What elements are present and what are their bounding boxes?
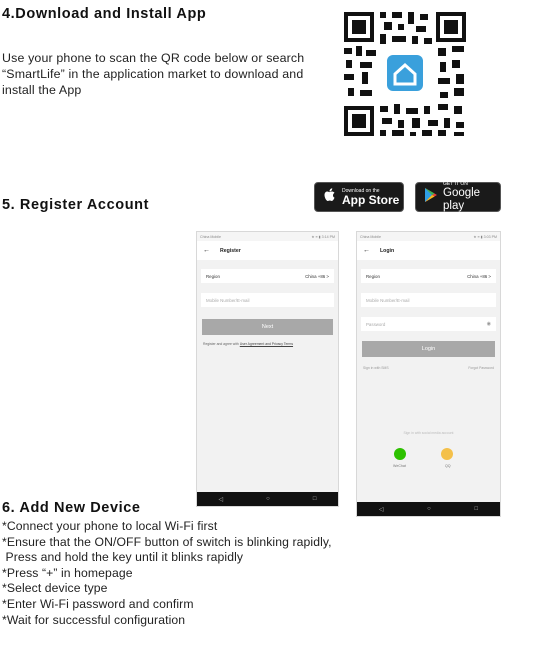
forgot-password-link[interactable]: Forgot Password [468, 366, 494, 370]
mobile-input[interactable]: Mobile Number/E-mail [201, 293, 334, 307]
carrier-text: China Mobile [360, 234, 381, 239]
login-button[interactable]: Login [362, 341, 495, 357]
step-item: *Ensure that the ON/OFF button of switch… [2, 534, 332, 549]
sms-link[interactable]: Sign in with SMS [363, 366, 389, 370]
login-title: Login [380, 247, 395, 254]
social-caption: Sign in with social media account [403, 431, 454, 435]
region-label: Region [366, 273, 380, 279]
nav-recent-icon[interactable]: □ [475, 506, 479, 512]
section-6-steps: *Connect your phone to local Wi-Fi first… [2, 519, 332, 628]
google-play-badge[interactable]: GET IT ON Google play [415, 181, 501, 212]
password-input[interactable]: Password ◉ [361, 317, 496, 331]
nav-home-icon[interactable]: ○ [427, 506, 431, 512]
region-value: China +86 > [305, 273, 329, 279]
section-4-heading: 4.Download and Install App [2, 6, 207, 22]
section-5-heading: 5. Register Account [2, 197, 150, 213]
login-screen: China Mobile ★ ≡ ▮ 3:03 PM ← Login Regio… [356, 231, 501, 517]
section-4-intro: Use your phone to scan the QR code below… [2, 51, 305, 97]
register-title: Register [220, 247, 241, 254]
step-item: *Enter Wi-Fi password and confirm [2, 596, 194, 611]
android-nav-bar: ◁ ○ □ [357, 502, 500, 516]
step-item: *Select device type [2, 581, 108, 596]
status-bar: China Mobile ★ ≡ ▮ 3:14 PM [197, 232, 338, 241]
wechat-label: WeChat [393, 464, 406, 468]
step-item: Press and hold the key until it blinks r… [2, 550, 244, 565]
google-play-icon [424, 187, 438, 208]
mobile-placeholder: Mobile Number/E-mail [206, 297, 250, 303]
nav-back-icon[interactable]: ◁ [379, 506, 384, 513]
step-item: *Connect your phone to local Wi-Fi first [2, 519, 218, 533]
agreement-link[interactable]: User Agreement and Privacy Terms [240, 342, 293, 346]
register-screen: China Mobile ★ ≡ ▮ 3:14 PM ← Register Re… [196, 231, 339, 507]
nav-home-icon[interactable]: ○ [266, 496, 270, 502]
register-header: ← Register [197, 241, 338, 260]
status-icons: ★ ≡ ▮ 3:03 PM [473, 234, 497, 239]
step-item: *Wait for successful configuration [2, 612, 186, 627]
qq-icon[interactable] [441, 448, 453, 460]
carrier-text: China Mobile [200, 234, 221, 239]
next-button[interactable]: Next [202, 319, 333, 335]
back-arrow-icon[interactable]: ← [363, 247, 370, 254]
apple-icon [323, 187, 337, 208]
qr-code [340, 8, 470, 140]
qr-code-graphic [340, 8, 470, 140]
wechat-icon[interactable] [394, 448, 406, 460]
register-content: Region China +86 > Mobile Number/E-mail … [197, 260, 338, 492]
status-bar: China Mobile ★ ≡ ▮ 3:03 PM [357, 232, 500, 241]
agreement-text: Register and agree with User Agreement a… [203, 342, 293, 346]
login-header: ← Login [357, 241, 500, 260]
back-arrow-icon[interactable]: ← [203, 247, 210, 254]
step-item: *Press “+” in homepage [2, 565, 133, 580]
region-field[interactable]: Region China +86 > [361, 269, 496, 283]
agreement-prefix: Register and agree with [203, 342, 240, 346]
mobile-placeholder: Mobile Number/E-mail [366, 297, 410, 303]
qq-label: QQ [445, 464, 451, 468]
android-nav-bar: ◁ ○ □ [197, 492, 338, 506]
region-label: Region [206, 273, 220, 279]
login-content: Region China +86 > Mobile Number/E-mail … [357, 260, 500, 502]
app-store-badge[interactable]: Download on the App Store [314, 182, 404, 212]
password-placeholder: Password [366, 321, 386, 327]
status-icons: ★ ≡ ▮ 3:14 PM [311, 234, 335, 239]
app-store-text: App Store [342, 192, 400, 207]
google-play-text: Google play [443, 187, 481, 212]
nav-back-icon[interactable]: ◁ [219, 496, 224, 503]
region-value: China +86 > [467, 273, 491, 279]
section-6-heading: 6. Add New Device [2, 500, 141, 516]
mobile-input[interactable]: Mobile Number/E-mail [361, 293, 496, 307]
eye-icon[interactable]: ◉ [487, 321, 491, 327]
nav-recent-icon[interactable]: □ [313, 496, 317, 502]
region-field[interactable]: Region China +86 > [201, 269, 334, 283]
